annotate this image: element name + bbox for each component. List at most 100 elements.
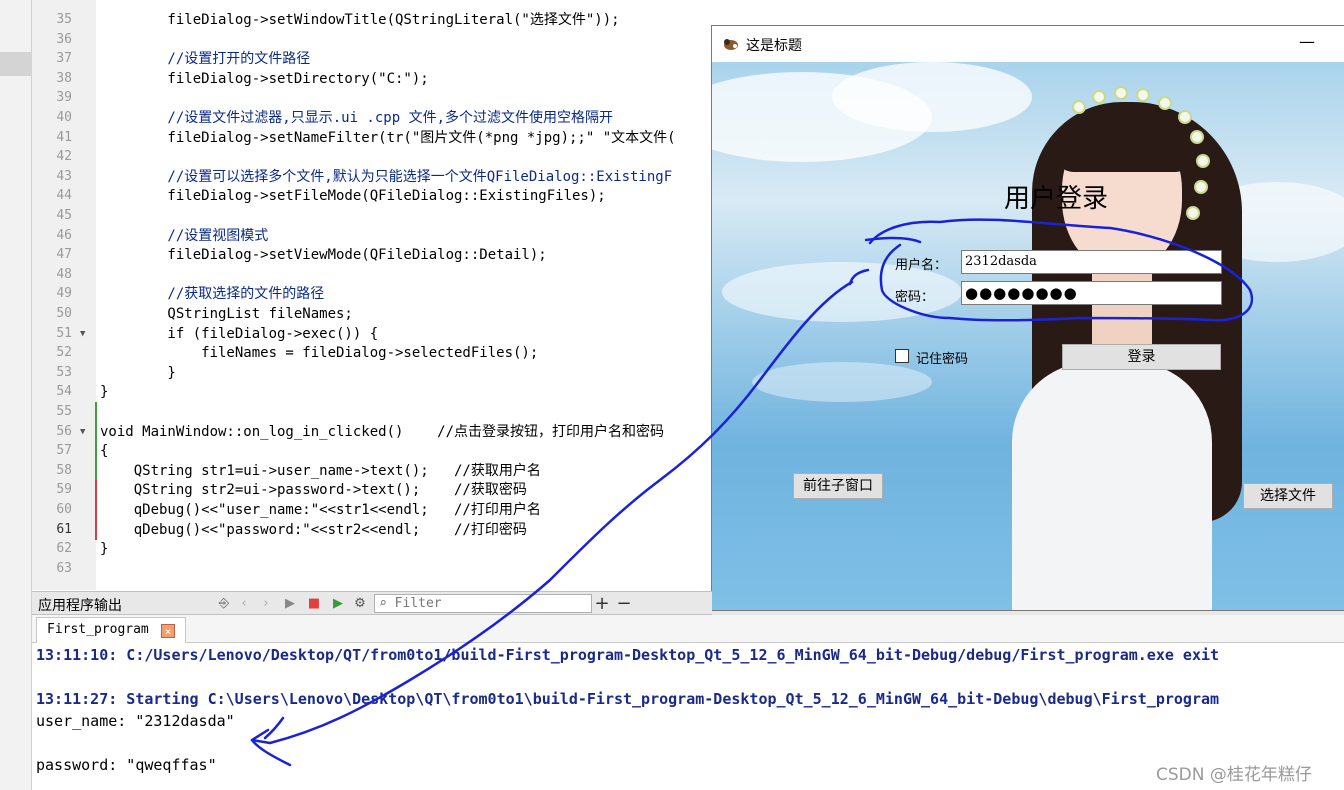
code-text: fileNames = fileDialog->selectedFiles(); [100, 345, 539, 362]
attach-icon[interactable]: ⎆ [216, 596, 232, 612]
code-text: } [100, 384, 109, 401]
line-number: 39 [56, 90, 72, 106]
code-line[interactable]: 58 QString str1=ui->user_name->text(); /… [32, 460, 712, 481]
code-text: QString str2=ui->password->text(); //获取密… [100, 482, 527, 499]
code-text: } [100, 364, 176, 381]
password-input[interactable]: ●●●●●●●● [961, 281, 1222, 305]
search-icon: ⌕ [379, 596, 387, 611]
stop-icon[interactable]: ■ [306, 596, 322, 612]
csdn-watermark: CSDN @桂花年糕仔 [1156, 765, 1312, 785]
code-line[interactable]: 36 [32, 30, 712, 50]
line-number: 57 [56, 443, 72, 459]
close-icon[interactable]: × [161, 624, 175, 638]
code-text: fileDialog->setWindowTitle(QStringLitera… [100, 12, 620, 28]
minimize-button[interactable]: — [1292, 30, 1322, 54]
left-sidebar-strip [0, 0, 32, 790]
filter-input[interactable]: ⌕ Filter [374, 594, 592, 613]
code-line[interactable]: 62} [32, 539, 712, 559]
debug-run-icon[interactable]: ▶ [330, 596, 346, 612]
line-number: 43 [56, 168, 72, 184]
output-line: 13:11:27: Starting C:\Users\Lenovo\Deskt… [36, 690, 1220, 708]
change-marker [95, 500, 97, 520]
remember-checkbox[interactable] [895, 349, 909, 363]
code-line[interactable]: 38 fileDialog->setDirectory("C:"); [32, 69, 712, 89]
qt-login-window[interactable]: 这是标题 — 用户登录 用户名： 2312dasda 密码： ●●●●●●●● … [711, 25, 1344, 611]
line-number: 47 [56, 247, 72, 263]
code-line[interactable]: 40 //设置文件过滤器,只显示.ui .cpp 文件,多个过滤文件使用空格隔开 [32, 108, 712, 128]
run-icon[interactable]: ▶ [282, 596, 298, 612]
code-text: //设置打开的文件路径 [100, 51, 311, 68]
change-marker [95, 460, 97, 481]
code-line[interactable]: 46 //设置视图模式 [32, 226, 712, 246]
code-line[interactable]: 44 fileDialog->setFileMode(QFileDialog::… [32, 186, 712, 206]
output-line: user_name: "2312dasda" [36, 712, 235, 730]
fold-marker-icon[interactable]: ▼ [80, 422, 85, 442]
line-number: 52 [56, 345, 72, 361]
tab-label: First_program [47, 622, 149, 637]
code-line[interactable]: 49 //获取选择的文件的路径 [32, 284, 712, 304]
code-line[interactable]: 59 QString str2=ui->password->text(); //… [32, 480, 712, 501]
code-line[interactable]: 35 fileDialog->setWindowTitle(QStringLit… [32, 10, 712, 30]
code-line[interactable]: 51 ▼ if (fileDialog->exec()) { [32, 324, 712, 344]
line-number: 42 [56, 149, 72, 165]
code-text: //设置视图模式 [100, 227, 269, 244]
code-line[interactable]: 41 fileDialog->setNameFilter(tr("图片文件(*p… [32, 128, 712, 148]
line-number: 36 [56, 31, 72, 47]
line-number: 61 [56, 521, 72, 537]
code-text: fileDialog->setDirectory("C:"); [100, 70, 429, 87]
sidebar-selection [0, 52, 32, 76]
code-line[interactable]: 42 [32, 147, 712, 167]
change-marker [95, 421, 97, 442]
code-line[interactable]: 60 qDebug()<<"user_name:"<<str1<<endl; /… [32, 500, 712, 520]
code-line[interactable]: 37 //设置打开的文件路径 [32, 49, 712, 69]
remove-icon[interactable]: − [616, 595, 632, 613]
add-icon[interactable]: + [594, 595, 610, 613]
line-number: 63 [56, 560, 72, 576]
code-line[interactable]: 48 [32, 265, 712, 285]
child-window-button[interactable]: 前往子窗口 [793, 473, 883, 499]
background-photo [712, 62, 1344, 610]
username-input[interactable]: 2312dasda [961, 250, 1222, 274]
code-line[interactable]: 50 QStringList fileNames; [32, 304, 712, 324]
code-line[interactable]: 53 } [32, 363, 712, 383]
window-title: 这是标题 [746, 38, 802, 54]
code-text: if (fileDialog->exec()) { [100, 325, 379, 342]
select-file-button[interactable]: 选择文件 [1243, 483, 1333, 509]
fold-marker-icon[interactable]: ▼ [80, 324, 85, 344]
code-line[interactable]: 39 [32, 88, 712, 108]
line-number: 46 [56, 227, 72, 243]
line-number: 38 [56, 70, 72, 86]
change-marker [95, 480, 97, 501]
code-line[interactable]: 56 ▼ void MainWindow::on_log_in_clicked() … [32, 421, 712, 442]
line-number: 41 [56, 129, 72, 145]
code-line[interactable]: 54} [32, 382, 712, 402]
code-text: QStringList fileNames; [100, 306, 353, 322]
login-button[interactable]: 登录 [1062, 344, 1221, 370]
output-tab-bar: First_program × [32, 615, 1344, 643]
code-text: QString str1=ui->user_name->text(); //获取… [100, 462, 541, 479]
code-line[interactable]: 55 [32, 402, 712, 422]
line-number: 62 [56, 541, 72, 557]
code-line[interactable]: 52 fileNames = fileDialog->selectedFiles… [32, 343, 712, 363]
code-line[interactable]: 47 fileDialog->setViewMode(QFileDialog::… [32, 245, 712, 265]
code-line[interactable]: 45 [32, 206, 712, 226]
code-text: fileDialog->setNameFilter(tr("图片文件(*png … [100, 129, 676, 146]
window-title-bar[interactable]: 这是标题 — [712, 26, 1344, 62]
prev-icon[interactable]: ‹ [236, 596, 252, 612]
code-line[interactable]: 63 [32, 559, 712, 579]
code-line[interactable]: 43 //设置可以选择多个文件,默认为只能选择一个文件QFileDialog::… [32, 167, 712, 187]
line-number: 60 [56, 502, 72, 517]
username-label: 用户名： [895, 258, 948, 273]
password-label: 密码： [895, 290, 935, 305]
code-editor[interactable]: 35 fileDialog->setWindowTitle(QStringLit… [32, 0, 712, 590]
next-icon[interactable]: › [258, 596, 274, 612]
code-text: qDebug()<<"password:"<<str2<<endl; //打印密… [100, 521, 527, 538]
line-number: 50 [56, 306, 72, 321]
code-line[interactable]: 57 { [32, 441, 712, 462]
tab-first-program[interactable]: First_program × [36, 617, 186, 643]
code-line[interactable]: 61 qDebug()<<"password:"<<str2<<endl; //… [32, 519, 712, 540]
code-text: qDebug()<<"user_name:"<<str1<<endl; //打印… [100, 502, 541, 518]
application-output[interactable]: 13:11:10: C:/Users/Lenovo/Desktop/QT/fro… [32, 643, 1344, 790]
change-marker [95, 402, 97, 422]
settings-icon[interactable]: ⚙ [352, 596, 368, 612]
